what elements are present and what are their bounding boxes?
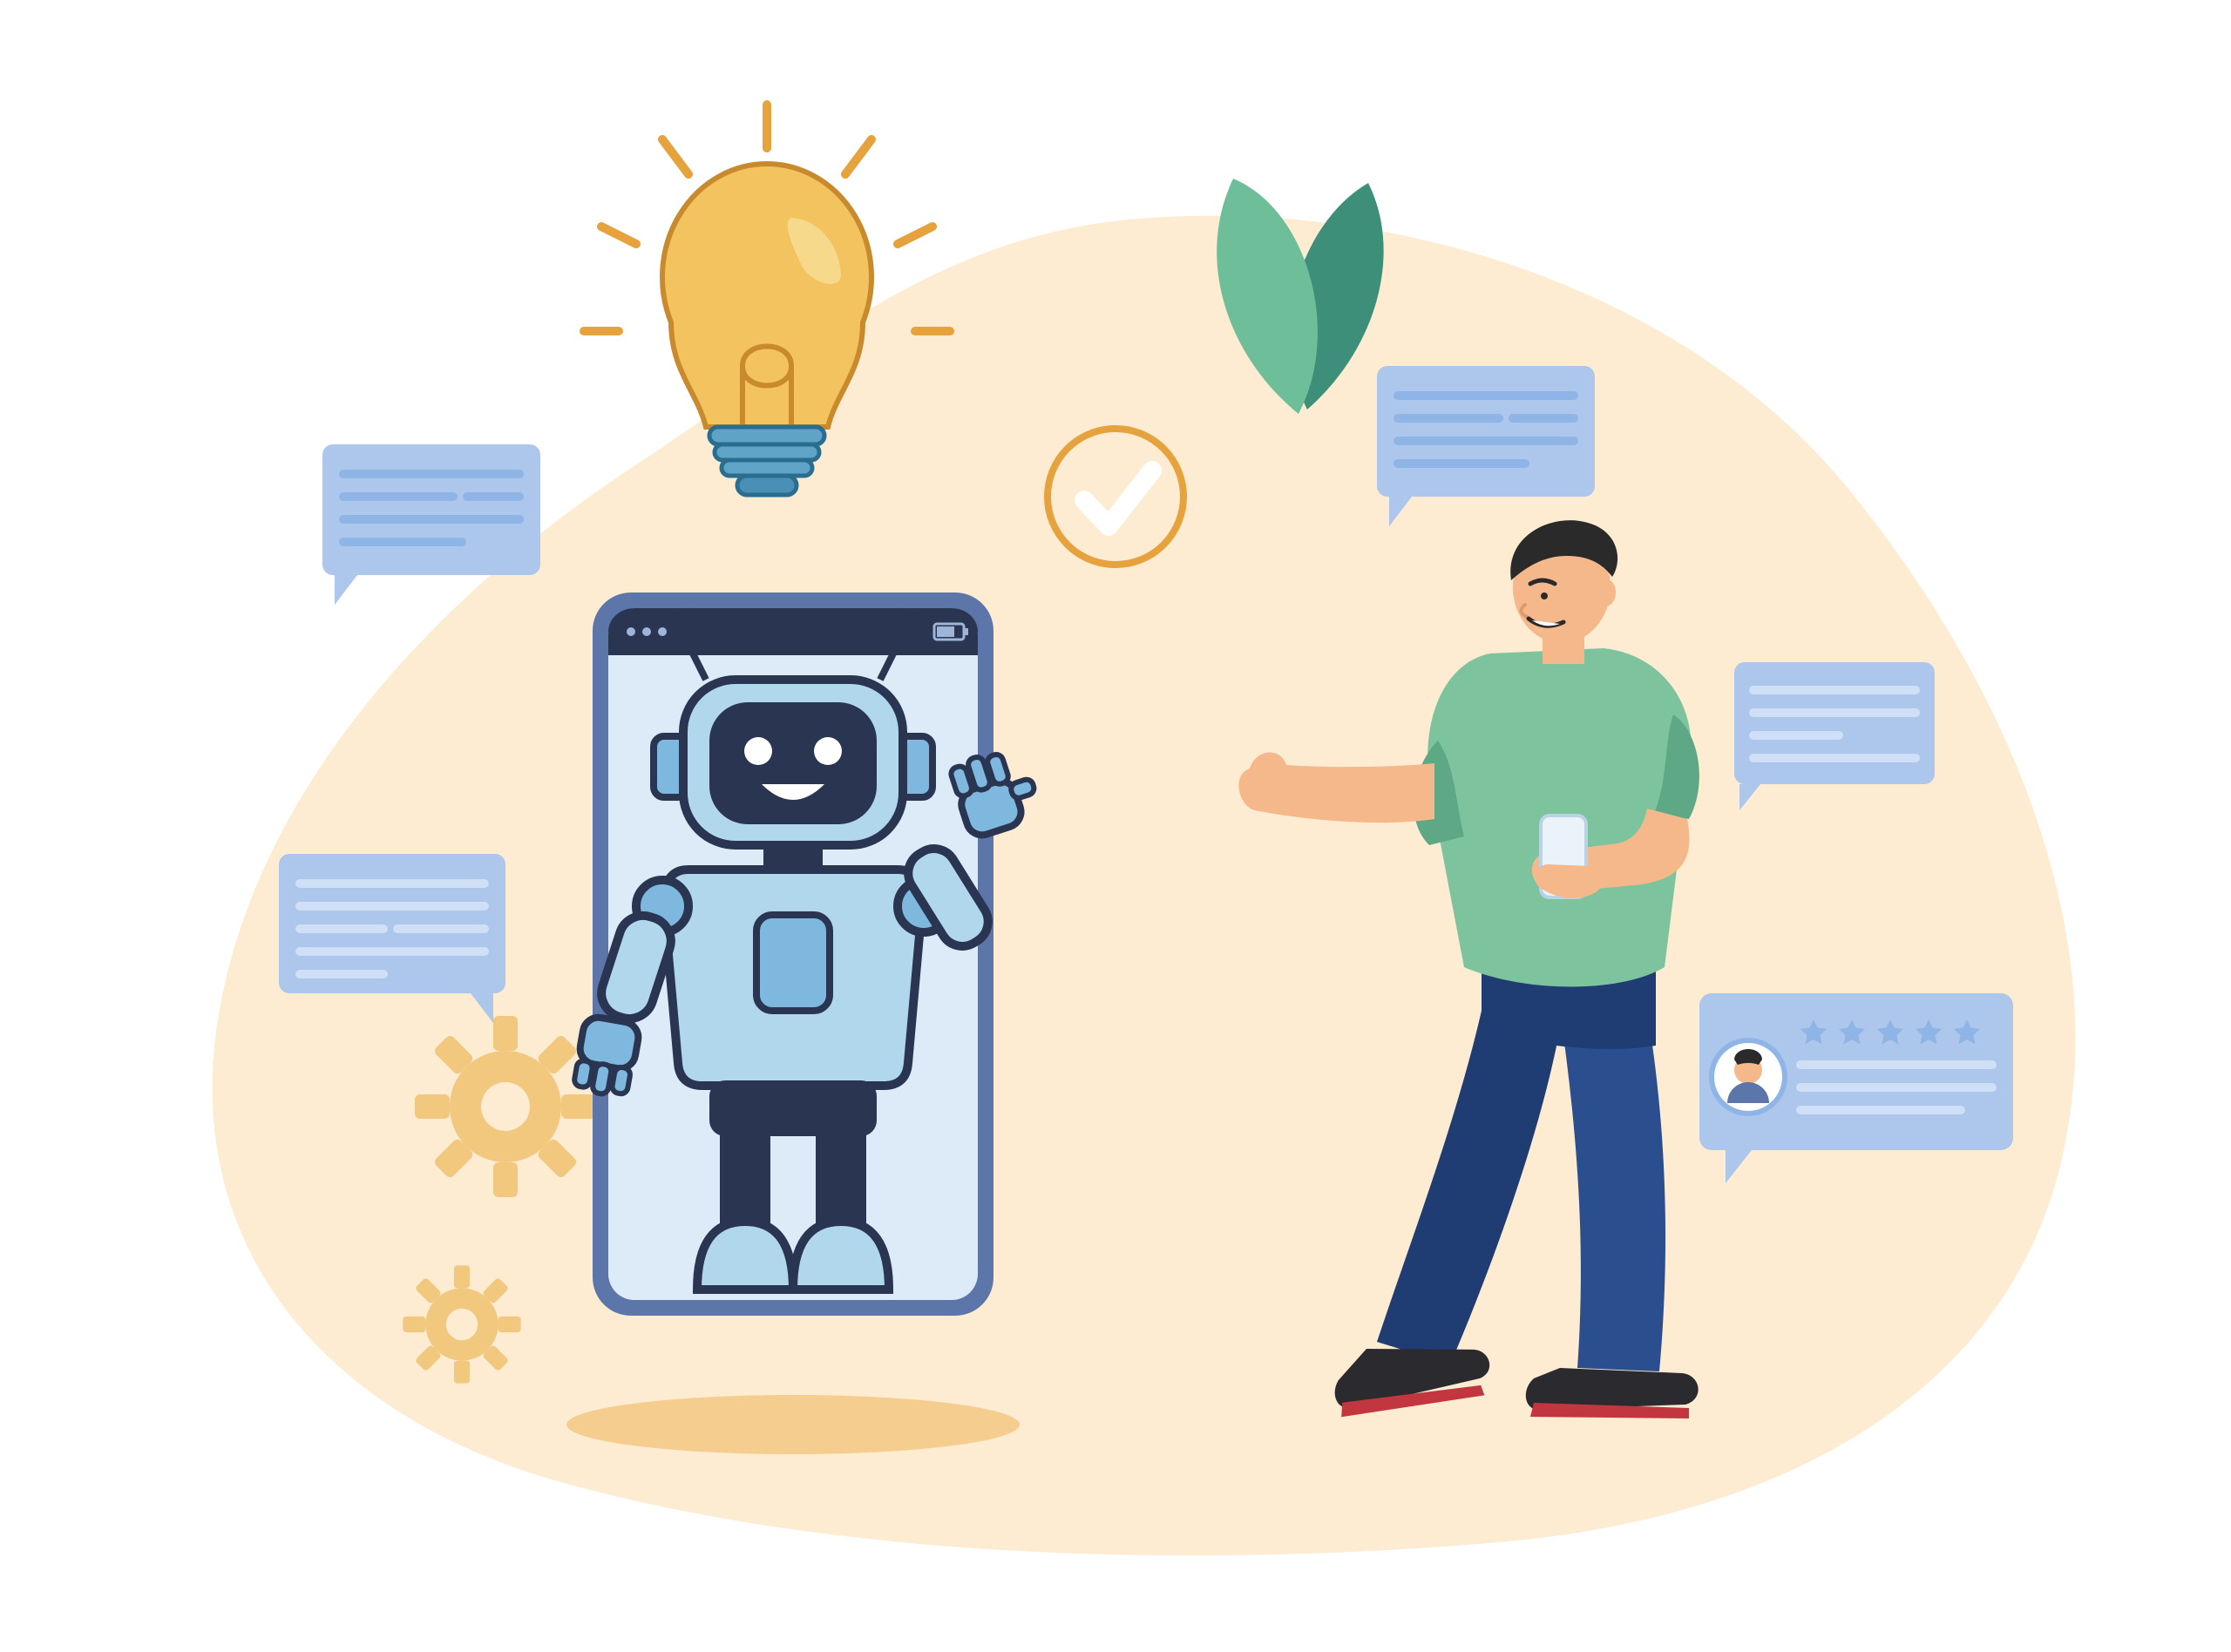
checkmark-badge-icon [1048, 429, 1183, 565]
chatbot-illustration [0, 0, 2231, 1652]
shadow-ellipse [566, 1395, 1020, 1454]
review-avatar-icon [1712, 1040, 1785, 1114]
